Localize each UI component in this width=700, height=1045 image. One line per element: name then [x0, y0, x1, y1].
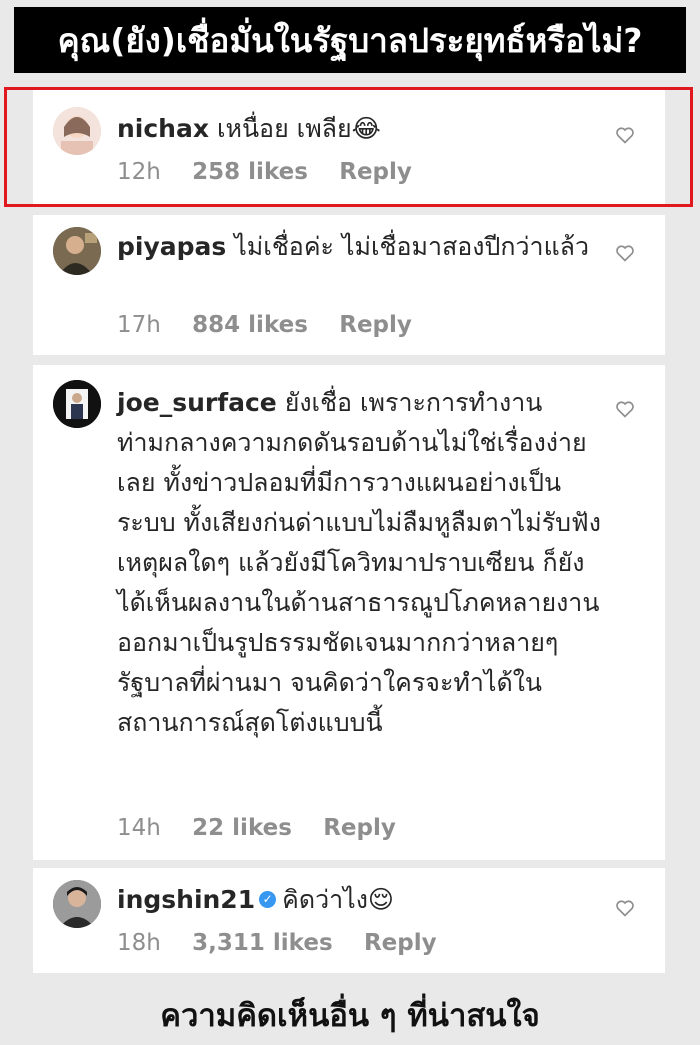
avatar[interactable] — [53, 880, 101, 928]
comment-username[interactable]: joe_surface — [117, 388, 277, 417]
page-title-text: คุณ(ยัง)เชื่อมั่นในรัฐบาลประยุทธ์หรือไม่… — [57, 20, 643, 60]
reply-button[interactable]: Reply — [323, 815, 396, 841]
highlight-frame — [4, 87, 693, 207]
heart-icon[interactable] — [615, 399, 635, 419]
comment-likes[interactable]: 3,311 likes — [192, 930, 333, 956]
comment-body: joe_surface ยังเชื่อ เพราะการทำงานท่ามกล… — [117, 383, 605, 743]
reply-button[interactable]: Reply — [364, 930, 437, 956]
comment-card: ingshin21 ✓ คิดว่าไง😌 18h 3,311 likes Repl… — [33, 868, 665, 973]
avatar-image — [53, 880, 101, 928]
comment-time: 18h — [117, 930, 161, 956]
reply-button[interactable]: Reply — [339, 312, 412, 338]
avatar-image — [53, 380, 101, 428]
heart-icon[interactable] — [615, 243, 635, 263]
heart-icon[interactable] — [615, 898, 635, 918]
footer-caption: ความคิดเห็นอื่น ๆ ที่น่าสนใจ — [0, 990, 700, 1040]
comment-text: คิดว่าไง😌 — [282, 885, 394, 914]
avatar[interactable] — [53, 227, 101, 275]
comment-meta: 18h 3,311 likes Reply — [117, 930, 461, 956]
comment-meta: 14h 22 likes Reply — [117, 815, 420, 841]
comment-time: 14h — [117, 815, 161, 841]
comment-text: ยังเชื่อ เพราะการทำงานท่ามกลางความกดดันร… — [117, 388, 601, 737]
comment-username[interactable]: ingshin21 — [117, 885, 255, 914]
footer-caption-text: ความคิดเห็นอื่น ๆ ที่น่าสนใจ — [160, 998, 540, 1034]
comment-meta: 17h 884 likes Reply — [117, 312, 436, 338]
comment-likes[interactable]: 22 likes — [192, 815, 292, 841]
comment-card: joe_surface ยังเชื่อ เพราะการทำงานท่ามกล… — [33, 365, 665, 860]
comment-card: piyapas ไม่เชื่อค่ะ ไม่เชื่อมาสองปีกว่าแ… — [33, 215, 665, 355]
avatar-image — [53, 227, 101, 275]
comment-body: piyapas ไม่เชื่อค่ะ ไม่เชื่อมาสองปีกว่าแ… — [117, 227, 605, 267]
page-title: คุณ(ยัง)เชื่อมั่นในรัฐบาลประยุทธ์หรือไม่… — [14, 7, 686, 73]
comment-likes[interactable]: 884 likes — [192, 312, 308, 338]
comment-body: ingshin21 ✓ คิดว่าไง😌 — [117, 880, 605, 920]
verified-badge-icon: ✓ — [259, 890, 277, 908]
comment-username[interactable]: piyapas — [117, 232, 226, 261]
comment-time: 17h — [117, 312, 161, 338]
avatar[interactable] — [53, 380, 101, 428]
comment-text: ไม่เชื่อค่ะ ไม่เชื่อมาสองปีกว่าแล้ว — [234, 232, 590, 261]
